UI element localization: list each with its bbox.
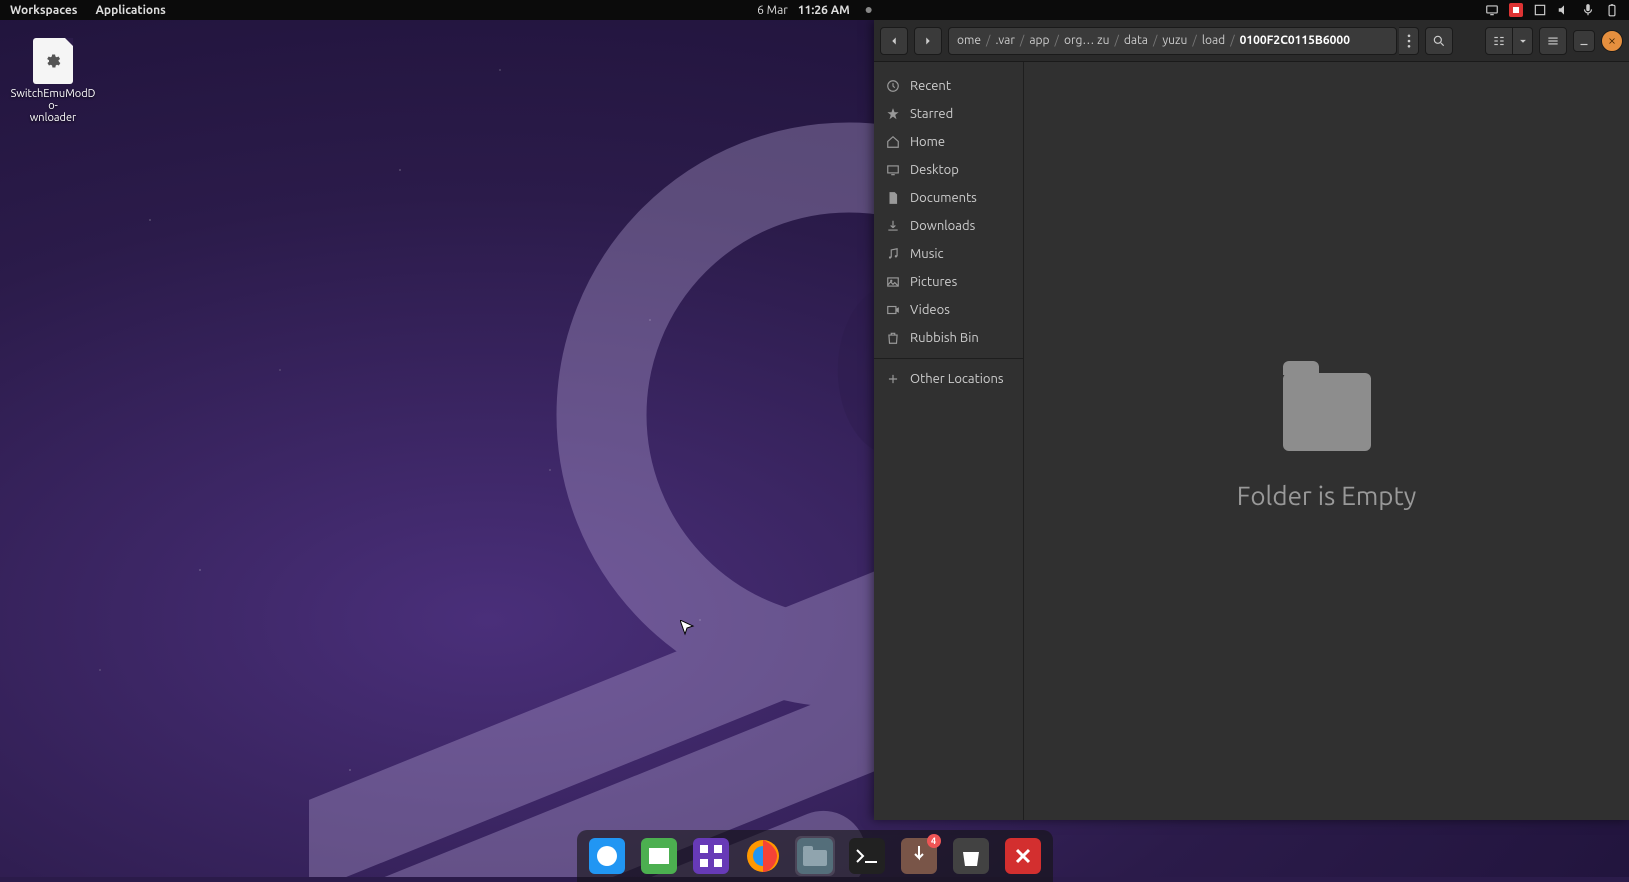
crumb-1[interactable]: .var xyxy=(995,34,1014,47)
search-button[interactable] xyxy=(1425,27,1453,55)
path-menu-button[interactable] xyxy=(1399,27,1419,55)
sidebar-label: Starred xyxy=(910,107,953,121)
window-icon[interactable] xyxy=(1533,3,1547,17)
sidebar-item-pictures[interactable]: Pictures xyxy=(874,268,1023,296)
sidebar-item-home[interactable]: Home xyxy=(874,128,1023,156)
dock-app-firefox[interactable] xyxy=(743,836,783,876)
screen-icon[interactable] xyxy=(1485,3,1499,17)
sidebar-label: Desktop xyxy=(910,163,959,177)
sidebar-label: Recent xyxy=(910,79,951,93)
breadcrumb-path[interactable]: ome/ .var/ app/ org… zu/ data/ yuzu/ loa… xyxy=(948,27,1397,55)
empty-folder-text: Folder is Empty xyxy=(1237,481,1417,510)
applications-menu[interactable]: Applications xyxy=(95,4,165,17)
dock-app-3[interactable] xyxy=(691,836,731,876)
crumb-4[interactable]: data xyxy=(1124,34,1148,47)
crumb-0[interactable]: ome xyxy=(957,34,981,47)
hamburger-menu-button[interactable] xyxy=(1539,27,1567,55)
nav-back-button[interactable] xyxy=(880,27,908,55)
update-badge: 4 xyxy=(927,834,941,848)
panel-center-clock[interactable]: 6 Mar 11:26 AM xyxy=(757,4,872,17)
record-icon[interactable] xyxy=(1509,3,1523,17)
view-toggle-button[interactable] xyxy=(1485,27,1513,55)
crumb-3[interactable]: org… zu xyxy=(1064,34,1110,47)
panel-date: 6 Mar xyxy=(757,4,788,17)
executable-file-icon xyxy=(33,38,73,84)
battery-icon[interactable] xyxy=(1605,3,1619,17)
sidebar-label: Pictures xyxy=(910,275,957,289)
sidebar-item-starred[interactable]: Starred xyxy=(874,100,1023,128)
file-manager-titlebar[interactable]: ome/ .var/ app/ org… zu/ data/ yuzu/ loa… xyxy=(874,20,1629,62)
sidebar-item-rubbish[interactable]: Rubbish Bin xyxy=(874,324,1023,352)
volume-icon[interactable] xyxy=(1557,3,1571,17)
dock-app-store[interactable] xyxy=(951,836,991,876)
crumb-6[interactable]: load xyxy=(1202,34,1225,47)
dock-app-update[interactable]: 4 xyxy=(899,836,939,876)
dock-app-9[interactable] xyxy=(1003,836,1043,876)
dock-app-files[interactable] xyxy=(795,836,835,876)
crumb-5[interactable]: yuzu xyxy=(1162,34,1187,47)
sidebar-item-recent[interactable]: Recent xyxy=(874,72,1023,100)
view-mode-group xyxy=(1485,27,1533,55)
sidebar-divider xyxy=(874,358,1023,359)
desktop-icon-label: SwitchEmuModDo- wnloader xyxy=(8,88,98,124)
nav-forward-button[interactable] xyxy=(914,27,942,55)
file-manager-body: Recent Starred Home Desktop Documents Do… xyxy=(874,62,1629,820)
dock-app-2[interactable] xyxy=(639,836,679,876)
dock-app-terminal[interactable] xyxy=(847,836,887,876)
file-manager-sidebar: Recent Starred Home Desktop Documents Do… xyxy=(874,62,1024,820)
sidebar-label: Videos xyxy=(910,303,950,317)
sidebar-item-videos[interactable]: Videos xyxy=(874,296,1023,324)
empty-folder-icon xyxy=(1283,373,1371,451)
desktop-shortcut-switchemu[interactable]: SwitchEmuModDo- wnloader xyxy=(8,38,98,124)
close-button[interactable] xyxy=(1601,30,1623,52)
panel-time: 11:26 AM xyxy=(798,4,850,17)
sidebar-label: Other Locations xyxy=(910,372,1004,386)
view-dropdown-button[interactable] xyxy=(1513,27,1533,55)
minimize-button[interactable] xyxy=(1573,30,1595,52)
dock-app-1[interactable] xyxy=(587,836,627,876)
dock: 4 xyxy=(577,830,1053,882)
file-manager-window: ome/ .var/ app/ org… zu/ data/ yuzu/ loa… xyxy=(874,20,1629,820)
sidebar-item-music[interactable]: Music xyxy=(874,240,1023,268)
workspaces-menu[interactable]: Workspaces xyxy=(10,4,77,17)
sidebar-label: Home xyxy=(910,135,945,149)
panel-right-tray xyxy=(1485,3,1629,17)
sidebar-item-other-locations[interactable]: Other Locations xyxy=(874,365,1023,393)
sidebar-label: Music xyxy=(910,247,944,261)
crumb-7[interactable]: 0100F2C0115B6000 xyxy=(1240,34,1350,47)
sidebar-item-desktop[interactable]: Desktop xyxy=(874,156,1023,184)
crumb-2[interactable]: app xyxy=(1029,34,1049,47)
sidebar-item-documents[interactable]: Documents xyxy=(874,184,1023,212)
sidebar-item-downloads[interactable]: Downloads xyxy=(874,212,1023,240)
top-panel: Workspaces Applications 6 Mar 11:26 AM xyxy=(0,0,1629,20)
microphone-icon[interactable] xyxy=(1581,3,1595,17)
mouse-cursor-icon xyxy=(680,620,696,640)
sidebar-label: Downloads xyxy=(910,219,975,233)
panel-left: Workspaces Applications xyxy=(0,4,166,17)
notification-dot-icon xyxy=(866,7,872,13)
sidebar-label: Documents xyxy=(910,191,977,205)
file-manager-content[interactable]: Folder is Empty xyxy=(1024,62,1629,820)
sidebar-label: Rubbish Bin xyxy=(910,331,979,345)
